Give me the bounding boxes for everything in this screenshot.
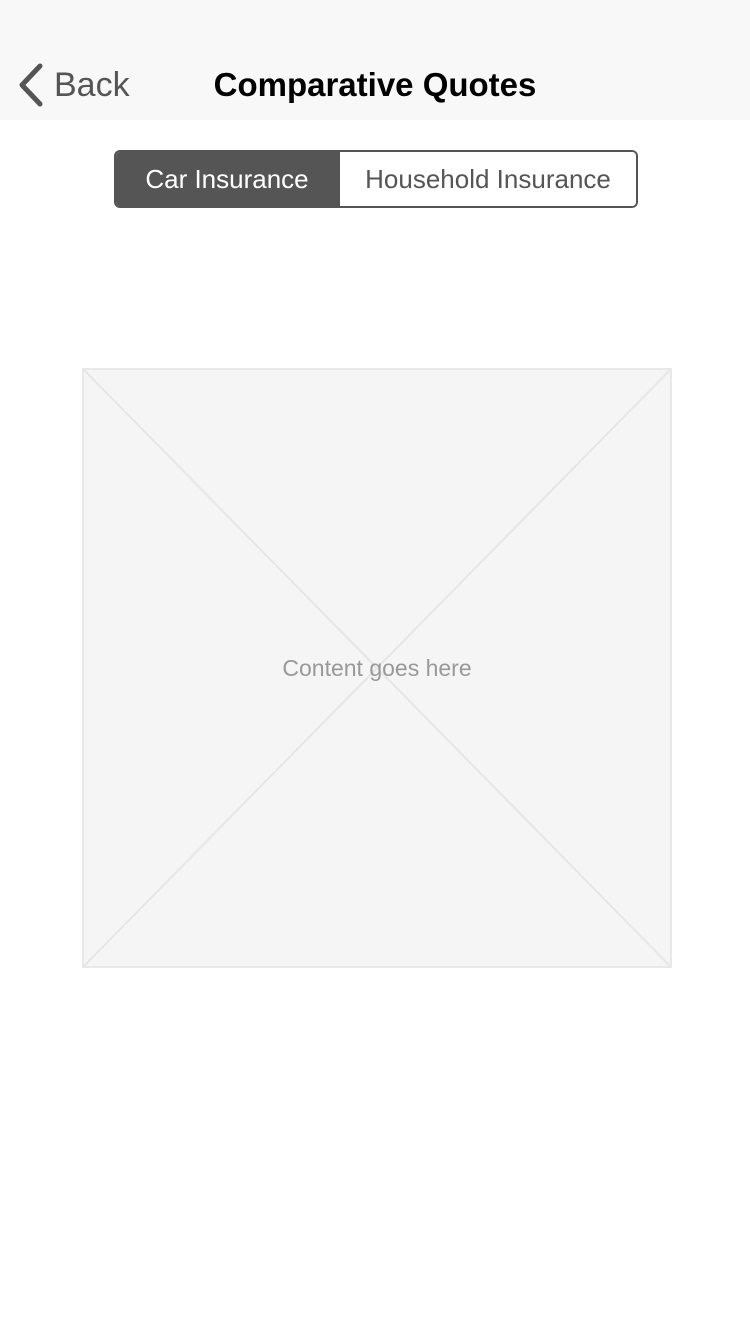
page-title: Comparative Quotes	[213, 66, 537, 103]
segment-car-insurance[interactable]: Car Insurance	[116, 152, 338, 206]
segment-household-insurance[interactable]: Household Insurance	[338, 152, 636, 206]
content-placeholder: Content goes here	[82, 368, 672, 968]
placeholder-text: Content goes here	[282, 655, 472, 681]
navigation-bar: Back Comparative Quotes	[0, 0, 750, 120]
insurance-type-segmented-control: Car Insurance Household Insurance	[114, 150, 638, 208]
